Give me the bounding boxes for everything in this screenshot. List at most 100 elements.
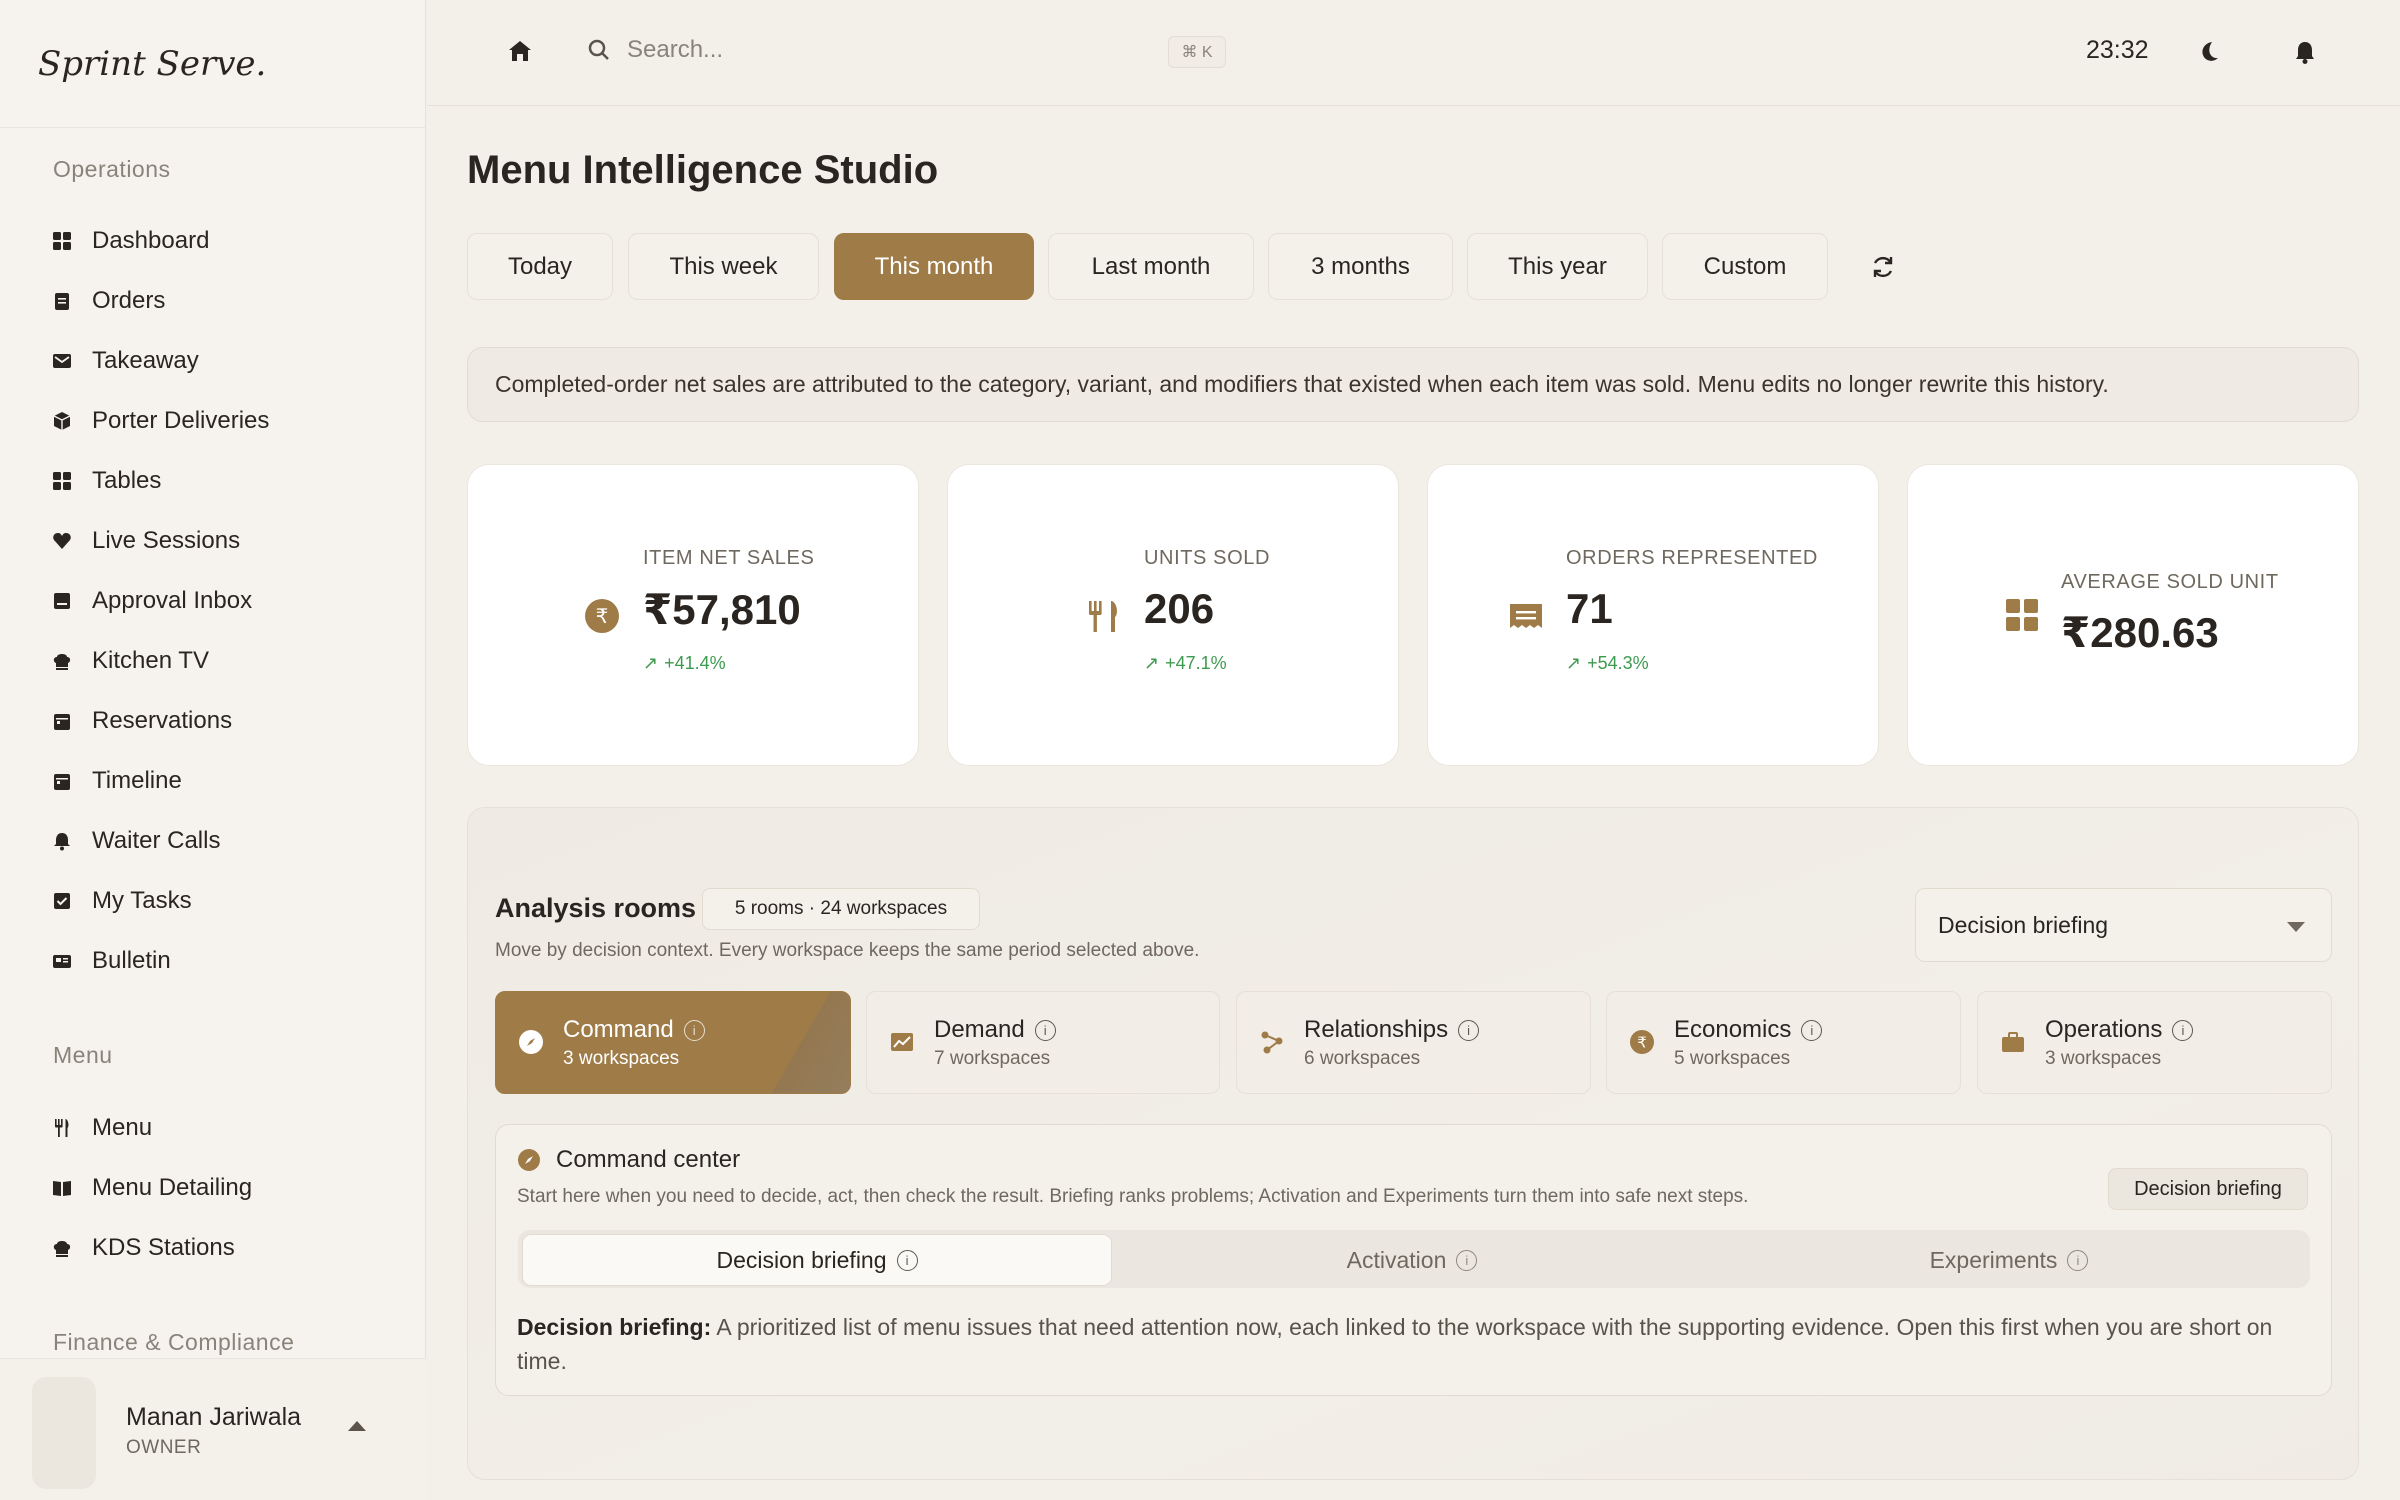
room-workspaces: 3 workspaces: [2045, 1048, 2162, 1069]
sidebar-item-kitchen-tv[interactable]: Kitchen TV: [52, 641, 209, 681]
avatar: [32, 1377, 96, 1489]
section-title-menu: Menu: [53, 1042, 113, 1068]
sidebar-item-dashboard[interactable]: Dashboard: [52, 221, 209, 261]
home-icon[interactable]: [505, 36, 535, 66]
sidebar-item-live-sessions[interactable]: Live Sessions: [52, 521, 240, 561]
tab-experiments[interactable]: Experiments i: [1712, 1234, 2306, 1286]
newspaper-icon: [52, 951, 72, 971]
sidebar-item-menu-detailing[interactable]: Menu Detailing: [52, 1168, 252, 1208]
sidebar: Sprint Serve. Operations Dashboard Order…: [0, 0, 426, 1500]
kpi-trend: ↗ +54.3%: [1566, 653, 1649, 674]
sidebar-item-menu[interactable]: Menu: [52, 1108, 152, 1148]
period-last-month[interactable]: Last month: [1048, 233, 1254, 300]
calendar-icon: [52, 711, 72, 731]
info-icon[interactable]: i: [896, 1249, 918, 1271]
rupee-coin-icon: ₹: [1630, 1030, 1654, 1054]
command-center-title: Command center: [556, 1146, 741, 1173]
search-input[interactable]: Search...: [627, 36, 723, 64]
svg-text:₹: ₹: [1637, 1034, 1647, 1052]
inbox-icon: [52, 591, 72, 611]
room-name: Demand i: [934, 1016, 1056, 1044]
sidebar-item-label: Waiter Calls: [92, 827, 221, 854]
trend-up-icon: ↗: [1566, 653, 1582, 673]
receipt-icon: [1510, 604, 1542, 628]
room-name: Command i: [563, 1016, 705, 1044]
moon-icon[interactable]: [2195, 38, 2223, 66]
sidebar-item-kds-stations[interactable]: KDS Stations: [52, 1228, 235, 1268]
kpi-trend: ↗ +47.1%: [1144, 653, 1227, 674]
room-name-text: Operations: [2045, 1016, 2163, 1043]
info-icon[interactable]: i: [2172, 1019, 2194, 1041]
room-workspaces: 3 workspaces: [563, 1048, 680, 1069]
sidebar-item-bulletin[interactable]: Bulletin: [52, 941, 171, 981]
utensils-icon: [1089, 601, 1117, 632]
period-3-months[interactable]: 3 months: [1268, 233, 1453, 300]
briefcase-icon: [2002, 1032, 2024, 1052]
room-economics[interactable]: ₹ Economics i 5 workspaces: [1606, 991, 1961, 1094]
trend-up-icon: ↗: [643, 653, 659, 673]
kpi-trend-value: +47.1%: [1165, 653, 1227, 673]
command-center-subtitle: Start here when you need to decide, act,…: [517, 1186, 1749, 1207]
room-demand[interactable]: Demand i 7 workspaces: [866, 991, 1220, 1094]
sidebar-item-reservations[interactable]: Reservations: [52, 701, 232, 741]
svg-text:₹: ₹: [596, 604, 609, 628]
user-role: OWNER: [126, 1437, 202, 1458]
bell-icon[interactable]: [2291, 38, 2319, 66]
rupee-coin-icon: ₹: [585, 599, 619, 633]
sidebar-item-takeaway[interactable]: Takeaway: [52, 341, 199, 381]
tab-activation[interactable]: Activation i: [1117, 1234, 1707, 1286]
period-this-month[interactable]: This month: [834, 233, 1034, 300]
period-custom[interactable]: Custom: [1662, 233, 1828, 300]
info-icon[interactable]: i: [1801, 1019, 1823, 1041]
kpi-value: ₹280.63: [2061, 609, 2219, 656]
tab-decision-briefing[interactable]: Decision briefing i: [522, 1234, 1112, 1286]
sidebar-item-label: My Tasks: [92, 887, 192, 914]
kpi-label: ITEM NET SALES: [643, 547, 815, 569]
sidebar-item-tables[interactable]: Tables: [52, 461, 161, 501]
room-name-text: Command: [563, 1016, 674, 1043]
sidebar-item-orders[interactable]: Orders: [52, 281, 165, 321]
sidebar-item-approval-inbox[interactable]: Approval Inbox: [52, 581, 252, 621]
sidebar-item-timeline[interactable]: Timeline: [52, 761, 182, 801]
period-this-year[interactable]: This year: [1467, 233, 1648, 300]
search-shortcut: ⌘ K: [1168, 36, 1226, 68]
info-icon[interactable]: i: [1458, 1019, 1480, 1041]
calendar-icon: [52, 771, 72, 791]
room-name-text: Demand: [934, 1016, 1025, 1043]
tab-label: Activation: [1346, 1246, 1447, 1273]
room-relationships[interactable]: Relationships i 6 workspaces: [1236, 991, 1591, 1094]
sidebar-item-label: Tables: [92, 467, 162, 494]
info-icon[interactable]: i: [2067, 1249, 2089, 1271]
info-icon[interactable]: i: [1456, 1249, 1478, 1271]
command-center-pill[interactable]: Decision briefing: [2108, 1168, 2308, 1210]
user-name: Manan Jariwala: [126, 1403, 302, 1431]
grid-icon: [52, 471, 72, 491]
sidebar-item-porter-deliveries[interactable]: Porter Deliveries: [52, 401, 269, 441]
section-title-operations: Operations: [53, 156, 171, 182]
info-icon[interactable]: i: [1034, 1019, 1056, 1041]
chevron-down-icon: [2287, 922, 2305, 932]
period-today[interactable]: Today: [467, 233, 613, 300]
brand-logo[interactable]: Sprint Serve.: [0, 0, 425, 128]
chevron-up-icon[interactable]: [348, 1421, 366, 1431]
room-command[interactable]: Command i 3 workspaces: [495, 991, 851, 1094]
user-menu[interactable]: Manan Jariwala OWNER: [0, 1358, 426, 1500]
sidebar-item-label: Timeline: [92, 767, 182, 794]
compass-icon: [519, 1030, 543, 1054]
period-this-week[interactable]: This week: [628, 233, 819, 300]
refresh-icon[interactable]: [1868, 252, 1898, 282]
network-icon: [1261, 1031, 1283, 1054]
tab-label: Experiments: [1929, 1246, 2058, 1273]
kpi-value: 71: [1566, 585, 1613, 632]
room-workspaces: 7 workspaces: [934, 1048, 1051, 1069]
clock: 23:32: [2086, 36, 2149, 64]
info-icon[interactable]: i: [683, 1019, 705, 1041]
checkbox-icon: [52, 891, 72, 911]
room-operations[interactable]: Operations i 3 workspaces: [1977, 991, 2332, 1094]
sidebar-item-label: Orders: [92, 287, 166, 314]
decision-briefing-description: Decision briefing: A prioritized list of…: [517, 1310, 2277, 1378]
room-name: Operations i: [2045, 1016, 2194, 1044]
sidebar-item-waiter-calls[interactable]: Waiter Calls: [52, 821, 220, 861]
sidebar-item-my-tasks[interactable]: My Tasks: [52, 881, 192, 921]
workspace-select[interactable]: Decision briefing: [1915, 888, 2332, 962]
